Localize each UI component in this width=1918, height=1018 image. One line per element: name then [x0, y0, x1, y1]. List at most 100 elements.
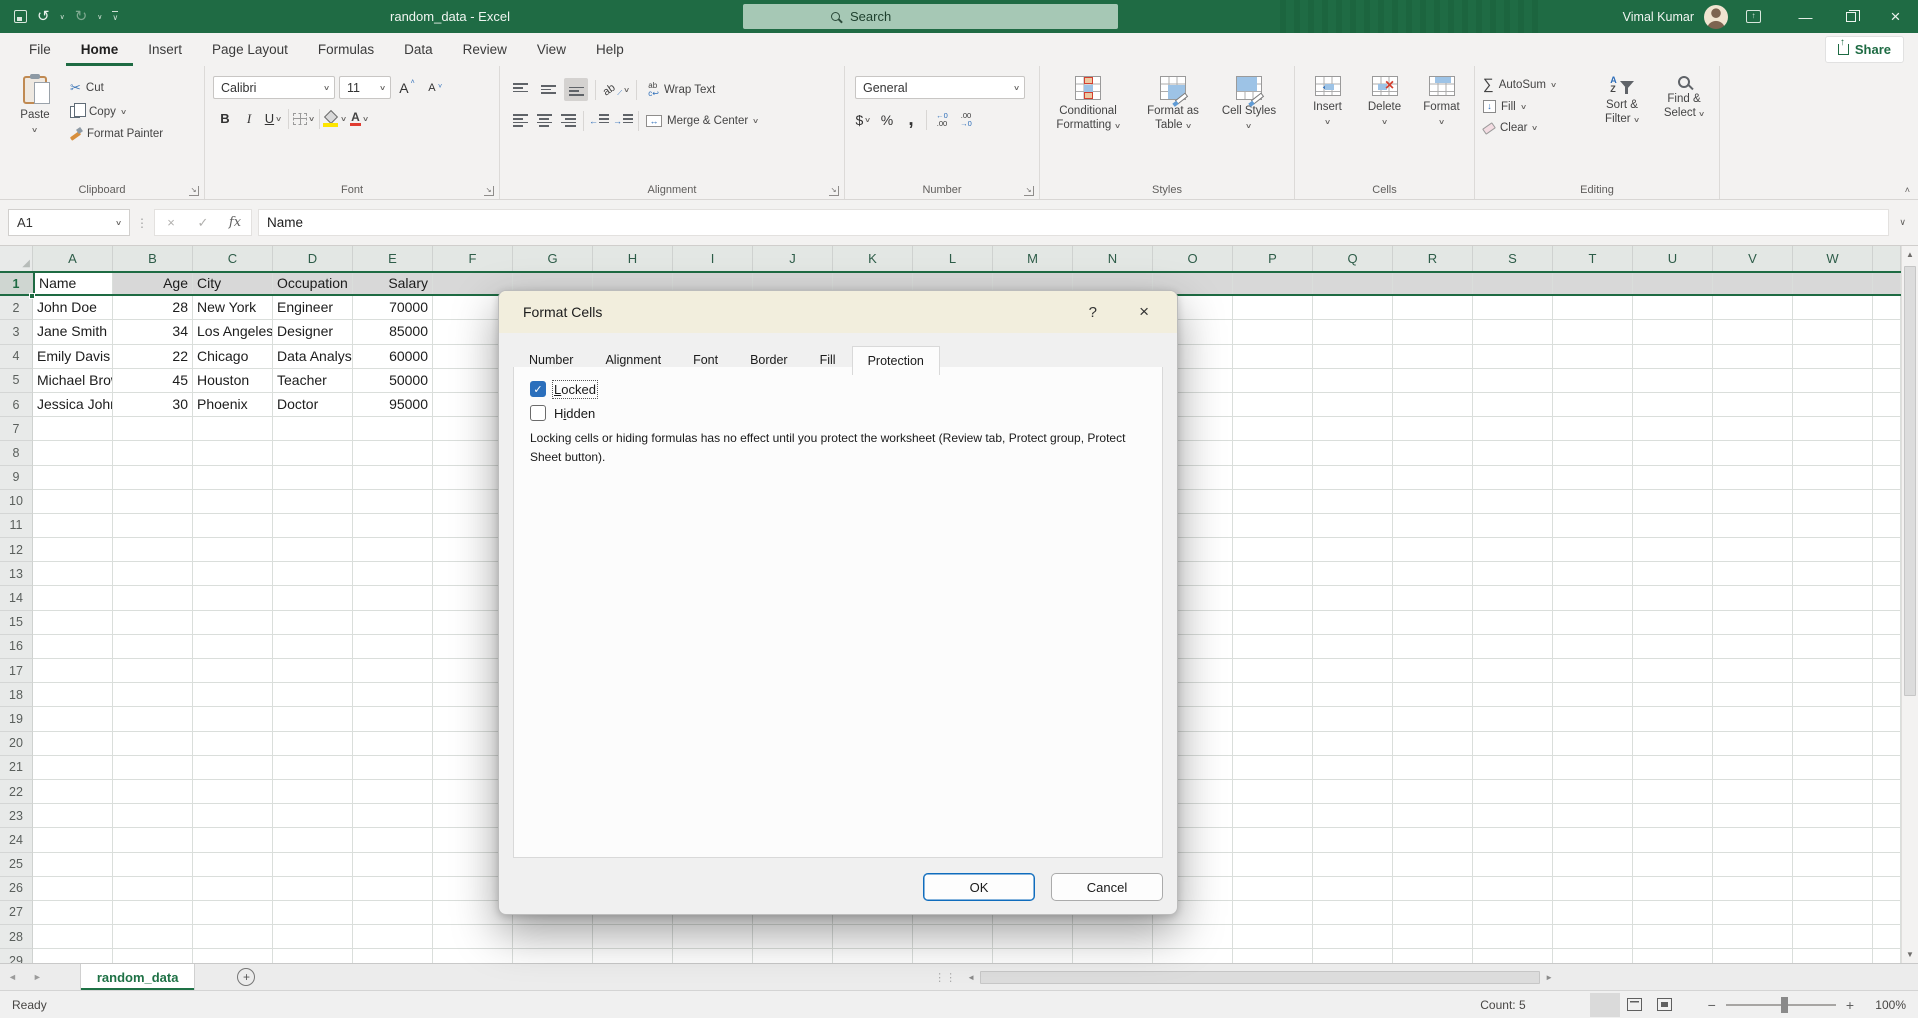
cell-D20[interactable] — [273, 732, 353, 756]
column-header-T[interactable]: T — [1553, 246, 1633, 272]
cell-B24[interactable] — [113, 828, 193, 852]
vertical-scrollbar-thumb[interactable] — [1904, 266, 1916, 696]
cell-partial-15[interactable] — [1873, 611, 1901, 635]
cell-partial-16[interactable] — [1873, 635, 1901, 659]
fill-color-button[interactable]: ∨ — [323, 107, 347, 130]
cell-U13[interactable] — [1633, 562, 1713, 586]
cell-C28[interactable] — [193, 925, 273, 949]
format-dropdown-icon[interactable]: ∨ — [1438, 118, 1445, 126]
cell-I28[interactable] — [673, 925, 753, 949]
cell-T6[interactable] — [1553, 393, 1633, 417]
save-icon[interactable] — [14, 10, 27, 23]
cell-D14[interactable] — [273, 586, 353, 610]
cell-T14[interactable] — [1553, 586, 1633, 610]
cell-R4[interactable] — [1393, 345, 1473, 369]
accounting-format-button[interactable]: $∨ — [851, 108, 875, 131]
cell-P24[interactable] — [1233, 828, 1313, 852]
cell-P19[interactable] — [1233, 707, 1313, 731]
cell-V2[interactable] — [1713, 296, 1793, 320]
cell-A15[interactable] — [33, 611, 113, 635]
cell-U14[interactable] — [1633, 586, 1713, 610]
cell-Q16[interactable] — [1313, 635, 1393, 659]
cell-C12[interactable] — [193, 538, 273, 562]
cell-U7[interactable] — [1633, 417, 1713, 441]
cell-D27[interactable] — [273, 901, 353, 925]
cell-S4[interactable] — [1473, 345, 1553, 369]
cell-partial-25[interactable] — [1873, 853, 1901, 877]
cell-T8[interactable] — [1553, 441, 1633, 465]
cell-partial-23[interactable] — [1873, 804, 1901, 828]
cell-S5[interactable] — [1473, 369, 1553, 393]
cell-S14[interactable] — [1473, 586, 1553, 610]
cell-B4[interactable]: 22 — [113, 345, 193, 369]
bold-button[interactable]: B — [213, 107, 237, 130]
cell-partial-17[interactable] — [1873, 659, 1901, 683]
cell-U17[interactable] — [1633, 659, 1713, 683]
cell-V15[interactable] — [1713, 611, 1793, 635]
cell-C8[interactable] — [193, 441, 273, 465]
cell-V20[interactable] — [1713, 732, 1793, 756]
cell-Q17[interactable] — [1313, 659, 1393, 683]
cell-Q25[interactable] — [1313, 853, 1393, 877]
font-color-button[interactable]: A∨ — [347, 107, 371, 130]
cell-D23[interactable] — [273, 804, 353, 828]
cell-A8[interactable] — [33, 441, 113, 465]
column-header-V[interactable]: V — [1713, 246, 1793, 272]
cell-C3[interactable]: Los Angeles — [193, 320, 273, 344]
cell-V24[interactable] — [1713, 828, 1793, 852]
cell-B1[interactable]: Age — [113, 272, 193, 296]
cell-E25[interactable] — [353, 853, 433, 877]
tab-view[interactable]: View — [522, 33, 581, 66]
insert-cells-button[interactable]: ← Insert ∨ — [1299, 72, 1356, 179]
cell-W22[interactable] — [1793, 780, 1873, 804]
cell-R2[interactable] — [1393, 296, 1473, 320]
cell-partial-12[interactable] — [1873, 538, 1901, 562]
cell-S11[interactable] — [1473, 514, 1553, 538]
cell-partial-8[interactable] — [1873, 441, 1901, 465]
cell-E9[interactable] — [353, 466, 433, 490]
cell-W19[interactable] — [1793, 707, 1873, 731]
cell-C24[interactable] — [193, 828, 273, 852]
cell-E7[interactable] — [353, 417, 433, 441]
cell-V7[interactable] — [1713, 417, 1793, 441]
cell-C16[interactable] — [193, 635, 273, 659]
column-header-K[interactable]: K — [833, 246, 913, 272]
cell-S7[interactable] — [1473, 417, 1553, 441]
fill-button[interactable]: ↓Fill∨ — [1479, 98, 1591, 115]
cell-D29[interactable] — [273, 949, 353, 963]
underline-dropdown-icon[interactable]: ∨ — [275, 115, 282, 123]
cell-U20[interactable] — [1633, 732, 1713, 756]
cell-E18[interactable] — [353, 683, 433, 707]
cell-partial-2[interactable] — [1873, 296, 1901, 320]
italic-button[interactable]: I — [237, 107, 261, 130]
cell-partial-28[interactable] — [1873, 925, 1901, 949]
cell-K29[interactable] — [833, 949, 913, 963]
cell-E11[interactable] — [353, 514, 433, 538]
cell-C18[interactable] — [193, 683, 273, 707]
cell-partial-11[interactable] — [1873, 514, 1901, 538]
column-header-M[interactable]: M — [993, 246, 1073, 272]
customize-qat-icon[interactable]: ∨ — [112, 11, 118, 22]
cell-R18[interactable] — [1393, 683, 1473, 707]
cell-R23[interactable] — [1393, 804, 1473, 828]
cell-Q14[interactable] — [1313, 586, 1393, 610]
clear-dropdown-icon[interactable]: ∨ — [1531, 124, 1538, 132]
cell-C9[interactable] — [193, 466, 273, 490]
font-family-select[interactable]: Calibri∨ — [213, 76, 335, 99]
cell-T2[interactable] — [1553, 296, 1633, 320]
cell-U26[interactable] — [1633, 877, 1713, 901]
number-format-select[interactable]: General∨ — [855, 76, 1025, 99]
column-header-H[interactable]: H — [593, 246, 673, 272]
cell-T29[interactable] — [1553, 949, 1633, 963]
cell-U4[interactable] — [1633, 345, 1713, 369]
font-color-dropdown-icon[interactable]: ∨ — [362, 115, 369, 123]
row-header-11[interactable]: 11 — [0, 514, 33, 538]
row-header-10[interactable]: 10 — [0, 490, 33, 514]
cancel-entry-icon[interactable]: × — [155, 215, 187, 230]
cell-S15[interactable] — [1473, 611, 1553, 635]
cell-W29[interactable] — [1793, 949, 1873, 963]
cell-P18[interactable] — [1233, 683, 1313, 707]
cell-S28[interactable] — [1473, 925, 1553, 949]
cell-B26[interactable] — [113, 877, 193, 901]
cell-D28[interactable] — [273, 925, 353, 949]
